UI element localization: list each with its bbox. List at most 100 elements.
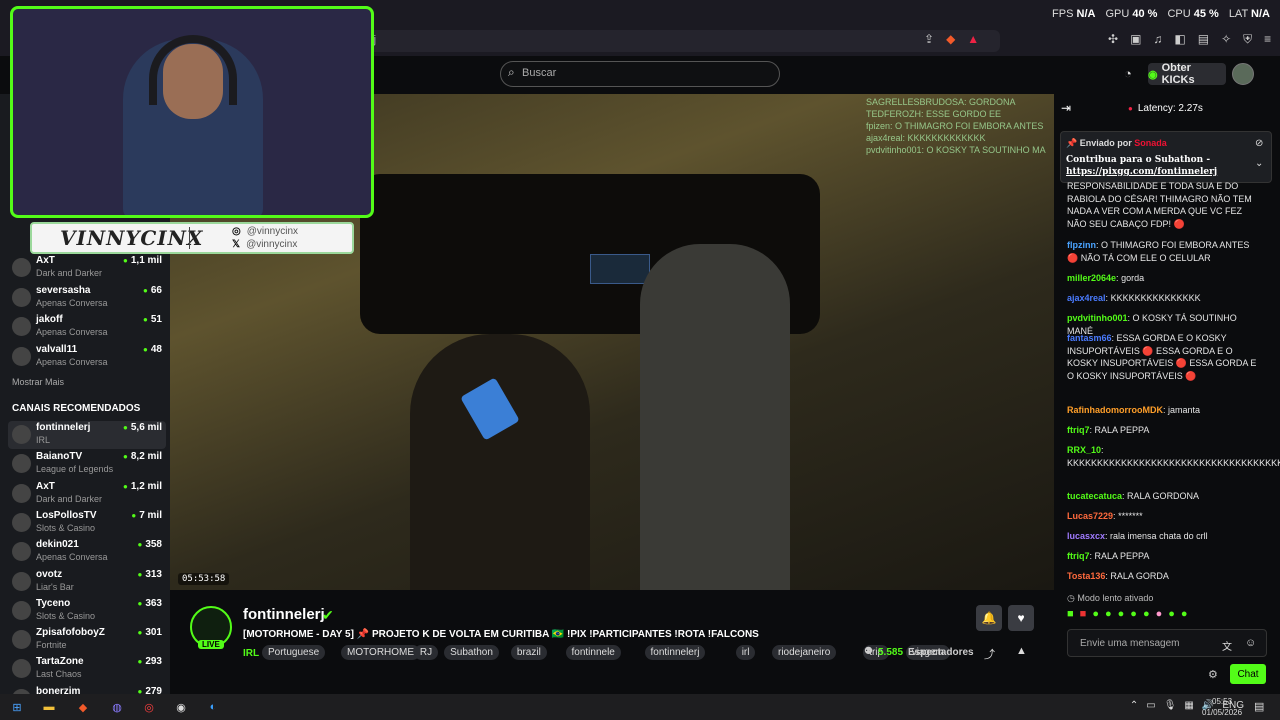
chat-text: RALA PEPPA [1094,551,1150,561]
stream-tag[interactable]: fontinnele [565,645,621,660]
file-explorer-icon[interactable]: ▬ [40,698,58,716]
pinned-link[interactable]: https://pixgg.com/fontinnelerj [1066,167,1217,177]
url-bar[interactable] [360,30,1000,52]
recommended-channel[interactable]: TycenoSlots & Casino 363 [8,597,166,625]
emote-icon[interactable]: ● [1156,608,1163,620]
emote-icon[interactable]: ● [1168,608,1175,620]
vpn-icon[interactable]: ⛨ [1243,32,1252,47]
recommended-channel[interactable]: TartaZoneLast Chaos 293 [8,655,166,683]
recommended-channel[interactable]: fontinnelerj IRL 5,6 mil [8,421,166,449]
chat-text: rala imensa chata do crll [1110,531,1208,541]
emote-icon[interactable]: ● [1181,608,1188,620]
show-more-link[interactable]: Mostrar Mais [12,377,64,387]
collapse-chat-icon[interactable]: ⇥ [1061,101,1071,115]
network-icon[interactable]: ▦ [1184,700,1193,711]
edge-icon[interactable]: ◐ [204,698,222,716]
discord-icon[interactable]: ◍ [108,698,126,716]
chat-username[interactable]: RRX_10 [1067,445,1101,455]
sidebar-channel[interactable]: valvall11Apenas Conversa 48 [8,343,166,371]
streamer-name[interactable]: fontinnelerj [243,606,325,623]
sidebar-channel[interactable]: jakoff Apenas Conversa 51 [8,313,166,341]
user-avatar[interactable] [1232,63,1254,85]
emote-icon[interactable]: ● [1130,608,1137,620]
notification-icon[interactable]: ▤ [1254,700,1264,713]
emote-icon[interactable]: ● [1118,608,1125,620]
recommended-channel[interactable]: BaianoTVLeague of Legends 8,2 mil [8,450,166,478]
leo-icon[interactable]: ✧ [1221,32,1231,47]
sidebar-channel[interactable]: AxT Dark and Darker 1,1 mil [8,254,166,282]
screenshot-icon[interactable]: ▣ [1130,32,1141,47]
overlay-chat-line: ajax4real: KKKKKKKKKKKKK [866,133,986,143]
chat-username[interactable]: miller2064e [1067,273,1116,283]
viewer-count: 51 [143,314,162,325]
chat-username[interactable]: Lucas7229 [1067,511,1113,521]
sidebar-toggle-icon[interactable]: ◧ [1174,32,1185,47]
battery-icon[interactable]: ▭ [1146,700,1155,711]
brave-icon[interactable]: ◆ [74,698,92,716]
windows-start-icon[interactable]: ⊞ [8,698,26,716]
overlay-chat-line: TEDFEROZH: ESSE GORDO EE [866,109,1002,119]
stream-tag[interactable]: riodejaneiro [772,645,837,660]
notification-bell-button[interactable]: 🔔 [976,605,1002,631]
opera-icon[interactable]: ◎ [140,698,158,716]
stream-tag[interactable]: RJ [413,645,439,660]
chat-message: ftriq7: RALA PEPPA [1067,551,1150,561]
translate-icon[interactable]: 文 [1222,638,1232,653]
brave-rewards-icon[interactable]: ▲ [967,32,979,46]
pinned-by-user[interactable]: Sonada [1134,138,1167,148]
chat-username[interactable]: fantasm66 [1067,333,1112,343]
obs-icon[interactable]: ◉ [172,698,190,716]
emoji-icon[interactable]: ☺ [1245,637,1256,649]
chat-username[interactable]: RafinhadomorrooMDK [1067,405,1163,415]
chevron-down-icon[interactable]: ⌄ [1255,158,1263,169]
stream-tag[interactable]: Subathon [444,645,499,660]
hide-pin-icon[interactable]: ⊘ [1255,138,1263,149]
report-icon[interactable]: ▲ [1016,645,1027,657]
stream-tag[interactable]: MOTORHOME [341,645,421,660]
chat-username[interactable]: Tosta136 [1067,571,1105,581]
recommended-channel[interactable]: ZpisafofoboyZFortnite 301 [8,626,166,654]
chat-send-button[interactable]: Chat [1230,664,1266,684]
extension-icon[interactable]: ✣ [1108,32,1118,47]
music-icon[interactable]: ♫ [1153,32,1162,47]
share-icon[interactable]: ⤴ [984,646,995,662]
recommended-channel[interactable]: bonerzim 279 [8,685,166,694]
chevron-up-icon[interactable]: ⌃ [1130,700,1138,711]
recommended-channel[interactable]: LosPollosTVSlots & Casino 7 mil [8,509,166,537]
chat-settings-icon[interactable]: ⚙ [1208,668,1218,681]
recommended-channel[interactable]: AxTDark and Darker 1,2 mil [8,480,166,508]
recommended-channel[interactable]: ovotzLiar's Bar 313 [8,568,166,596]
chat-username[interactable]: flpzinn [1067,240,1096,250]
menu-icon[interactable]: ≡ [1264,32,1271,47]
emote-icon[interactable]: ● [1143,608,1150,620]
chat-username[interactable]: lucasxcx [1067,531,1105,541]
instagram-text: @vinnycinx [246,226,299,237]
emote-icon[interactable]: ● [1092,608,1099,620]
get-kicks-button[interactable]: ◉ Obter KICKs [1148,62,1226,86]
chat-username[interactable]: ajax4real [1067,293,1106,303]
stream-tag[interactable]: fontinnelerj [644,645,706,660]
stream-tag[interactable]: Portuguese [262,645,326,660]
wallet-icon[interactable]: ▤ [1198,32,1209,47]
stream-tag[interactable]: irl [735,645,756,660]
chat-text: ******* [1118,511,1143,521]
category-link[interactable]: IRL [243,648,259,659]
sidebar-channel[interactable]: seversashaApenas Conversa 66 [8,284,166,312]
taskbar-clock[interactable]: 05:53 01/05/2026 [1202,696,1242,718]
brave-shield-icon[interactable]: ◆ [946,32,955,46]
share-icon[interactable]: ⇪ [924,32,934,46]
emote-icon[interactable]: ■ [1067,608,1074,620]
channel-category: Last Chaos [36,669,82,680]
emote-icon[interactable]: ● [1105,608,1112,620]
recommended-channel[interactable]: dekin021Apenas Conversa 358 [8,538,166,566]
chat-username[interactable]: ftriq7 [1067,425,1090,435]
gpu-value: 40 % [1132,8,1158,20]
chat-username[interactable]: tucatecatuca [1067,491,1122,501]
follow-button[interactable]: ♥ [1008,605,1034,631]
mic-icon[interactable]: 🎙 [1164,700,1177,711]
chat-username[interactable]: ftriq7 [1067,551,1090,561]
emote-icon[interactable]: ■ [1080,608,1087,620]
history-icon[interactable]: ◔ [1124,66,1132,81]
chat-username[interactable]: pvdvitinho001 [1067,313,1128,323]
stream-tag[interactable]: brazil [510,645,547,660]
